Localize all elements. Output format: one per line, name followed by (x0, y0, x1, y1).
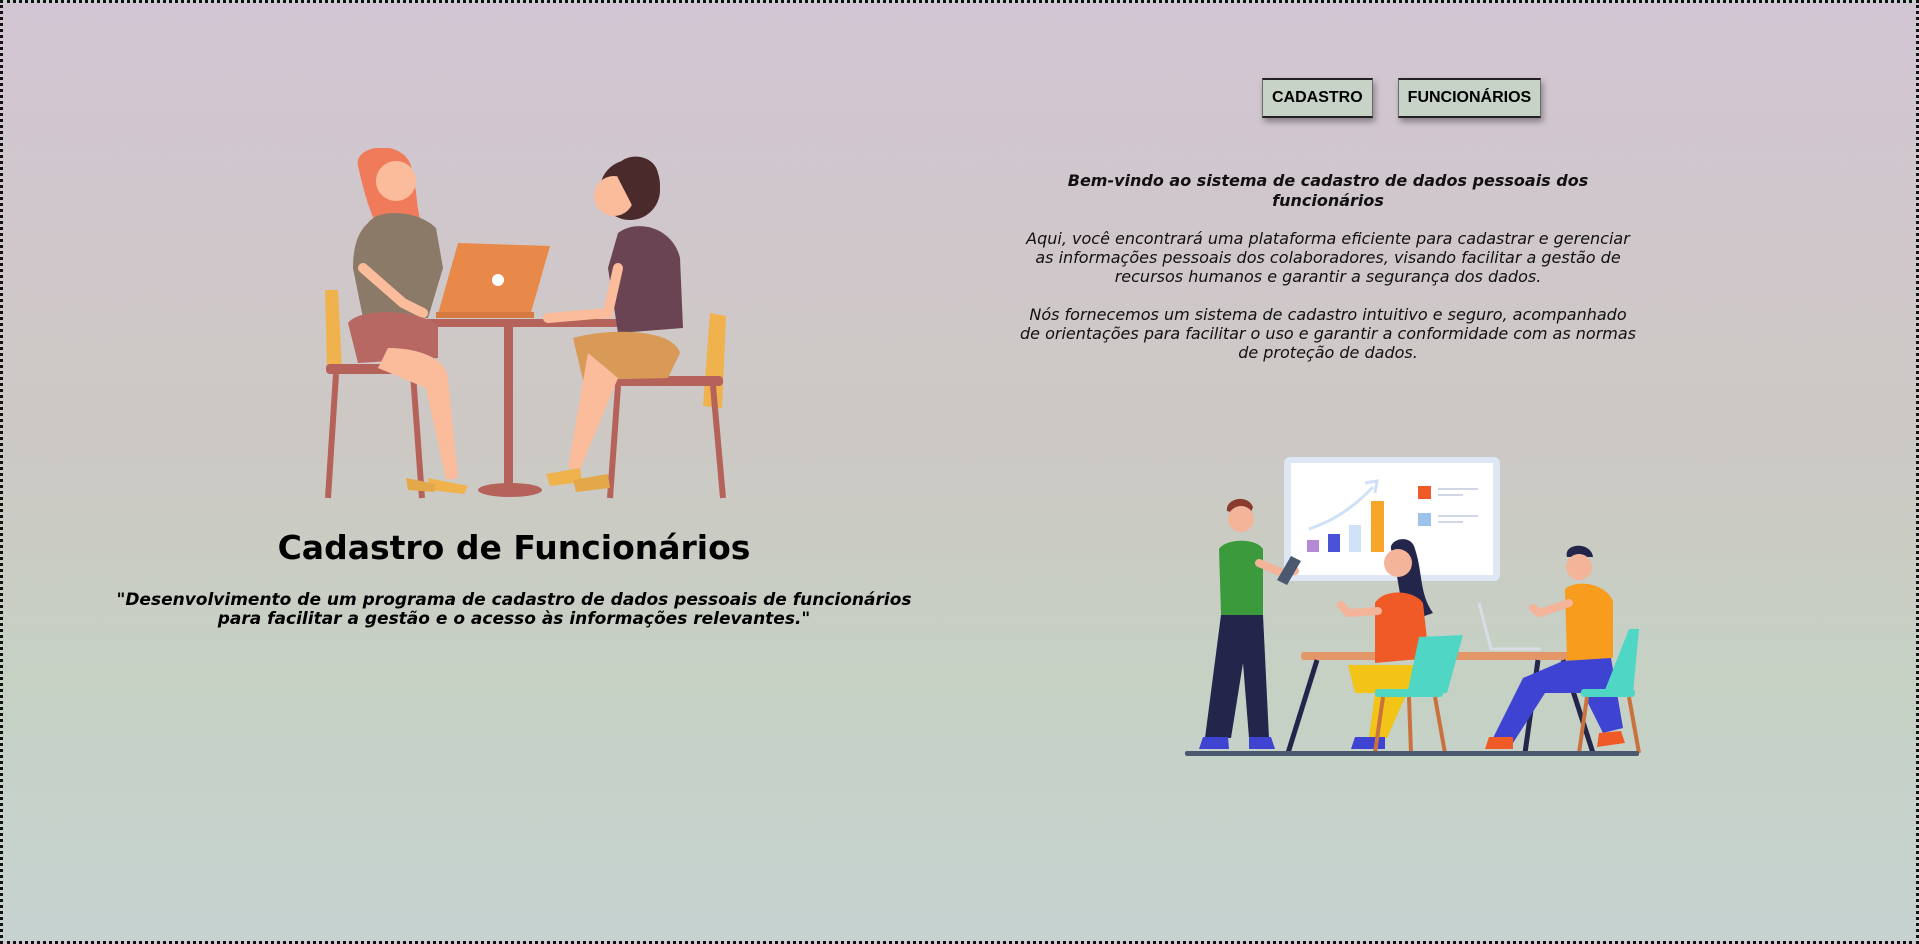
welcome-paragraph-2: Nós fornecemos um sistema de cadastro in… (1020, 305, 1636, 362)
welcome-paragraph-1: Aqui, você encontrará uma plataforma efi… (1026, 229, 1630, 286)
two-women-laptop-illustration (325, 148, 726, 499)
funcionarios-button[interactable]: FUNCIONÁRIOS (1397, 78, 1542, 118)
team-meeting-chart-illustration (1185, 457, 1641, 756)
welcome-title: Bem-vindo ao sistema de cadastro de dado… (1067, 171, 1589, 210)
cadastro-button[interactable]: CADASTRO (1262, 78, 1373, 118)
welcome-section: Bem-vindo ao sistema de cadastro de dado… (1018, 171, 1638, 381)
page-title: Cadastro de Funcionários (277, 528, 751, 567)
page-subtitle: "Desenvolvimento de um programa de cadas… (116, 590, 912, 629)
top-nav: CADASTRO FUNCIONÁRIOS (1262, 78, 1542, 118)
page-frame: CADASTRO FUNCIONÁRIOS Bem-vindo ao siste… (0, 0, 1919, 944)
